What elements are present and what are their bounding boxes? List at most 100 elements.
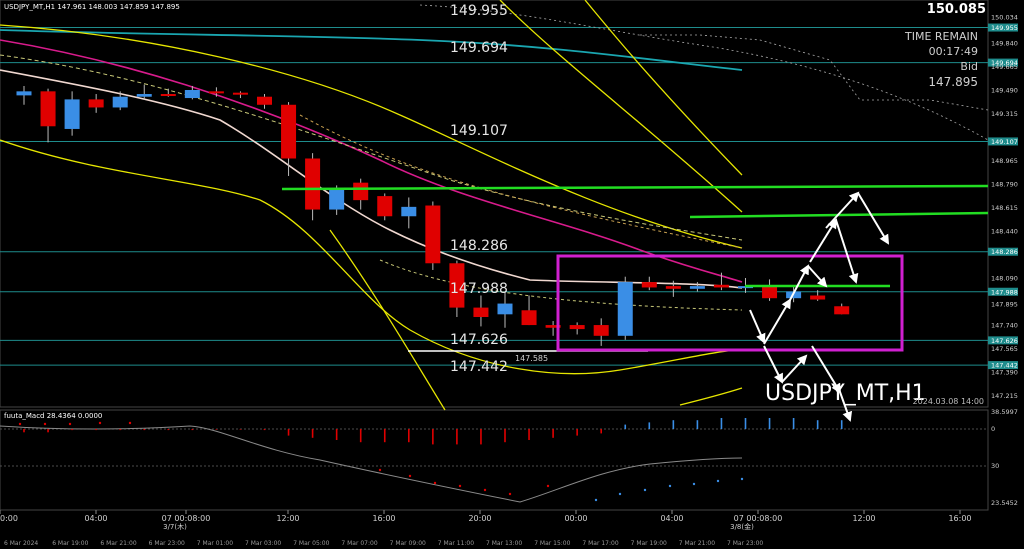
x-time-label: 6 Mar 2024 (4, 540, 38, 547)
macd-bar (720, 418, 723, 429)
candle-body (713, 284, 729, 288)
price-axis-tick: 149.315 (991, 110, 1018, 118)
watermark-date: 2024.03.08 14:00 (913, 397, 984, 406)
candle-body (208, 91, 224, 94)
candle-body (281, 104, 297, 159)
x-time-label: 7 Mar 07:00 (341, 540, 377, 547)
macd-bar (143, 429, 146, 431)
macd-bar (311, 429, 314, 438)
macd-scale-label: 30 (991, 462, 999, 470)
x-tick-label: 16:00 (948, 514, 971, 523)
price-axis-tick: 147.565 (991, 345, 1018, 353)
x-time-label: 7 Mar 11:00 (438, 540, 474, 547)
trading-chart[interactable]: 147.585 149.955 149.694 149.107 148.286 … (0, 0, 1024, 549)
indicator-panel[interactable] (0, 409, 989, 511)
bid-value: 147.895 (928, 75, 978, 89)
macd-bar (744, 418, 747, 429)
x-tick-label: 12:00 (276, 514, 299, 523)
x-tick-label: 04:00 (660, 514, 683, 523)
price-axis[interactable]: 150.034149.955149.840149.694149.665149.4… (988, 13, 1018, 400)
symbol-info: USDJPY_MT,H1 147.961 148.003 147.859 147… (4, 3, 180, 11)
candle-body (112, 96, 128, 108)
macd-bar (504, 429, 506, 443)
macd-bar (47, 429, 49, 433)
macd-bar (287, 429, 290, 436)
candle-body (497, 303, 513, 315)
macd-bar (23, 429, 25, 433)
level-label-7: 147.442 (450, 359, 508, 375)
candle-body (16, 91, 32, 96)
price-axis-tick: 147.988 (991, 288, 1018, 296)
candle-body (401, 206, 417, 217)
candle-body (521, 310, 537, 326)
candle-body (617, 282, 633, 336)
macd-bar (71, 429, 73, 431)
macd-bar (239, 429, 242, 430)
x-tick-label: 16:00 (372, 514, 395, 523)
x-time-label: 7 Mar 15:00 (534, 540, 570, 547)
price-axis-tick: 149.490 (991, 86, 1018, 94)
x-date-label: 3/8(金) (730, 522, 754, 531)
x-tick-label: 20:00 (468, 514, 491, 523)
time-remain-label: TIME REMAIN (904, 30, 978, 43)
macd-bar (263, 429, 266, 431)
time-axis[interactable]: 0:00 04:00 07 00:08:00 12:00 16:00 20:00 00:00… (0, 510, 972, 547)
candle-body (64, 99, 80, 129)
macd-bar (119, 429, 121, 431)
x-time-label: 7 Mar 23:00 (727, 540, 763, 547)
level-label-4: 148.286 (450, 238, 508, 254)
candle-body (762, 286, 778, 299)
macd-bar (624, 424, 627, 429)
top-price: 150.085 (927, 2, 986, 17)
candle-body (184, 89, 200, 99)
price-axis-tick: 148.615 (991, 204, 1018, 212)
macd-bar (456, 429, 458, 445)
macd-scale: 38.5997 0 30 23.5452 (991, 408, 1018, 507)
macd-bar (335, 429, 338, 440)
candle-body (834, 306, 850, 315)
x-tick-label: 12:00 (852, 514, 875, 523)
macd-bar (383, 429, 386, 443)
x-time-label: 7 Mar 13:00 (486, 540, 522, 547)
price-axis-tick: 149.840 (991, 39, 1018, 47)
macd-bar (480, 429, 482, 445)
price-axis-tick: 147.626 (991, 337, 1018, 345)
x-time-label: 7 Mar 21:00 (679, 540, 715, 547)
x-time-label: 7 Mar 05:00 (293, 540, 329, 547)
candle-body (689, 286, 705, 289)
level-label-2: 149.694 (450, 40, 508, 56)
level-label-1: 149.955 (450, 3, 508, 19)
x-time-label: 6 Mar 21:00 (100, 540, 136, 547)
candle-body (425, 205, 441, 264)
macd-bar (768, 418, 771, 429)
macd-bar (359, 429, 362, 443)
candle-body (810, 295, 826, 300)
macd-bar (792, 418, 795, 429)
price-axis-tick: 147.740 (991, 322, 1018, 330)
x-date-label: 3/7(木) (163, 522, 187, 531)
macd-bar (576, 429, 578, 436)
price-axis-tick: 148.440 (991, 228, 1018, 236)
level-label-6: 147.626 (450, 332, 508, 348)
price-axis-tick: 149.665 (991, 63, 1018, 71)
macd-title: fuuta_Macd 28.4364 0.0000 (4, 412, 102, 420)
candle-body (136, 94, 152, 97)
candle-body (569, 325, 585, 330)
candle-body (641, 282, 657, 288)
candle-body (305, 158, 321, 210)
level-label-3: 149.107 (450, 123, 508, 139)
price-axis-tick: 147.895 (991, 301, 1018, 309)
x-time-label: 7 Mar 17:00 (582, 540, 618, 547)
price-axis-tick: 148.965 (991, 157, 1018, 165)
price-axis-tick: 148.286 (991, 248, 1018, 256)
macd-bar (432, 429, 434, 445)
level-label-5: 147.988 (450, 281, 508, 297)
macd-bar (600, 429, 602, 434)
x-time-label: 7 Mar 03:00 (245, 540, 281, 547)
price-axis-tick: 148.790 (991, 181, 1018, 189)
candle-body (353, 182, 369, 201)
macd-bar (672, 420, 675, 429)
candle-body (88, 99, 104, 108)
x-tick-label: 04:00 (84, 514, 107, 523)
time-remain-value: 00:17:49 (929, 45, 978, 58)
